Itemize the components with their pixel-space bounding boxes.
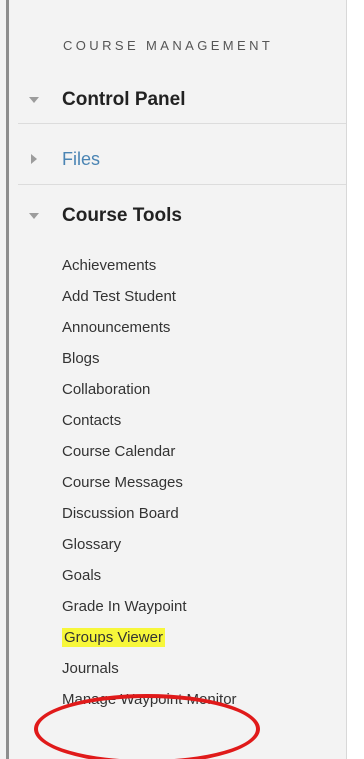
files-toggle[interactable]: Files (28, 145, 100, 173)
tool-item-label: Goals (62, 567, 102, 584)
triangle-down-icon (28, 94, 40, 106)
tool-item-label: Manage Waypoint Monitor (62, 691, 237, 708)
tool-item-blogs[interactable]: Blogs (62, 343, 237, 374)
panel-right-edge (346, 0, 364, 759)
triangle-right-icon (28, 153, 40, 165)
tool-item-label: Collaboration (62, 381, 151, 398)
panel-left-border (6, 0, 9, 759)
course-tools-list: Achievements Add Test Student Announceme… (62, 250, 237, 715)
tool-item-label: Glossary (62, 536, 122, 553)
tool-item-contacts[interactable]: Contacts (62, 405, 237, 436)
tool-item-label: Grade In Waypoint (62, 598, 187, 615)
tool-item-label: Discussion Board (62, 505, 179, 522)
files-link[interactable]: Files (62, 149, 100, 170)
tool-item-course-messages[interactable]: Course Messages (62, 467, 237, 498)
tool-item-course-calendar[interactable]: Course Calendar (62, 436, 237, 467)
tool-item-goals[interactable]: Goals (62, 560, 237, 591)
tool-item-label: Announcements (62, 319, 171, 336)
tool-item-journals[interactable]: Journals (62, 653, 237, 684)
tool-item-label: Achievements (62, 257, 157, 274)
tool-item-groups-viewer[interactable]: Groups Viewer (62, 622, 237, 653)
tool-item-discussion-board[interactable]: Discussion Board (62, 498, 237, 529)
course-tools-toggle[interactable]: Course Tools (28, 202, 182, 230)
tool-item-grade-in-waypoint[interactable]: Grade In Waypoint (62, 591, 237, 622)
tool-item-label: Add Test Student (62, 288, 176, 305)
tool-item-add-test-student[interactable]: Add Test Student (62, 281, 237, 312)
tool-item-collaboration[interactable]: Collaboration (62, 374, 237, 405)
tool-item-announcements[interactable]: Announcements (62, 312, 237, 343)
divider (18, 123, 348, 124)
course-management-panel: COURSE MANAGEMENT Control Panel Files Co… (0, 0, 364, 759)
tool-item-label-highlighted: Groups Viewer (62, 628, 165, 647)
tool-item-achievements[interactable]: Achievements (62, 250, 237, 281)
course-management-heading: COURSE MANAGEMENT (63, 38, 274, 53)
control-panel-toggle[interactable]: Control Panel (28, 86, 186, 114)
tool-item-label: Blogs (62, 350, 100, 367)
tool-item-label: Course Calendar (62, 443, 176, 460)
tool-item-label: Course Messages (62, 474, 183, 491)
tool-item-label: Journals (62, 660, 119, 677)
tool-item-glossary[interactable]: Glossary (62, 529, 237, 560)
triangle-down-icon (28, 210, 40, 222)
divider (18, 184, 348, 185)
course-tools-label: Course Tools (62, 205, 182, 226)
tool-item-label: Contacts (62, 412, 122, 429)
control-panel-label: Control Panel (62, 89, 186, 110)
tool-item-manage-waypoint-monitor[interactable]: Manage Waypoint Monitor (62, 684, 237, 715)
